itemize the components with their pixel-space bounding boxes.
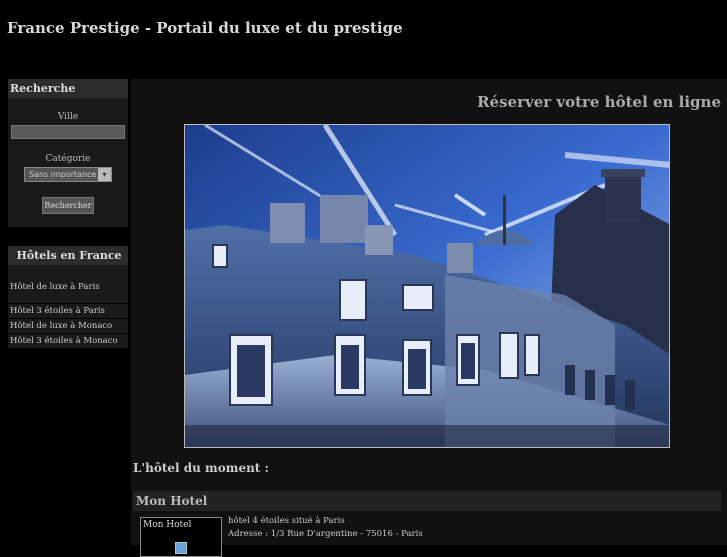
featured-hotel-description: hôtel 4 étoiles situé à Paris Adresse : … xyxy=(228,515,423,541)
paris-rooftops-photo xyxy=(184,124,670,448)
category-label: Catégorie xyxy=(45,154,91,164)
chevron-down-icon[interactable]: ▾ xyxy=(98,168,111,181)
hotel-of-the-moment-heading: L'hôtel du moment : xyxy=(133,461,269,475)
description-line: hôtel 4 étoiles situé à Paris xyxy=(228,516,345,526)
category-selected-value: Sans importance xyxy=(29,170,97,179)
hotel-link-luxe-monaco[interactable]: Hôtel de luxe à Monaco xyxy=(8,319,128,334)
site-title: France Prestige - Portail du luxe et du … xyxy=(7,19,403,37)
city-label: Ville xyxy=(57,112,79,122)
category-select[interactable]: Sans importance ▾ xyxy=(24,167,112,182)
main-content: Réserver votre hôtel en ligne L'hôtel du… xyxy=(131,79,727,557)
main-title: Réserver votre hôtel en ligne xyxy=(477,93,721,111)
search-button[interactable]: Rechercher xyxy=(42,197,94,214)
hotels-nav-heading: Hôtels en France xyxy=(8,246,128,265)
featured-hotel-thumbnail[interactable]: Mon Hotel xyxy=(140,517,222,557)
image-icon xyxy=(175,542,187,554)
thumbnail-label: Mon Hotel xyxy=(143,520,192,530)
featured-hotel-name[interactable]: Mon Hotel xyxy=(133,491,721,511)
search-panel: Recherche Ville Catégorie Sans importanc… xyxy=(8,79,128,227)
hotel-link-3-etoiles-monaco[interactable]: Hôtel 3 étoiles à Monaco xyxy=(8,334,128,349)
hotel-link-3-etoiles-paris[interactable]: Hôtel 3 étoiles à Paris xyxy=(8,304,128,319)
city-input[interactable] xyxy=(11,125,125,139)
search-heading: Recherche xyxy=(8,79,128,98)
address-line: Adresse : 1/3 Rue D'argentine - 75016 - … xyxy=(228,529,423,539)
hotel-link-luxe-paris[interactable]: Hôtel de luxe à Paris xyxy=(8,271,128,304)
hotels-nav-panel: Hôtels en France Hôtel de luxe à Paris H… xyxy=(8,246,128,349)
